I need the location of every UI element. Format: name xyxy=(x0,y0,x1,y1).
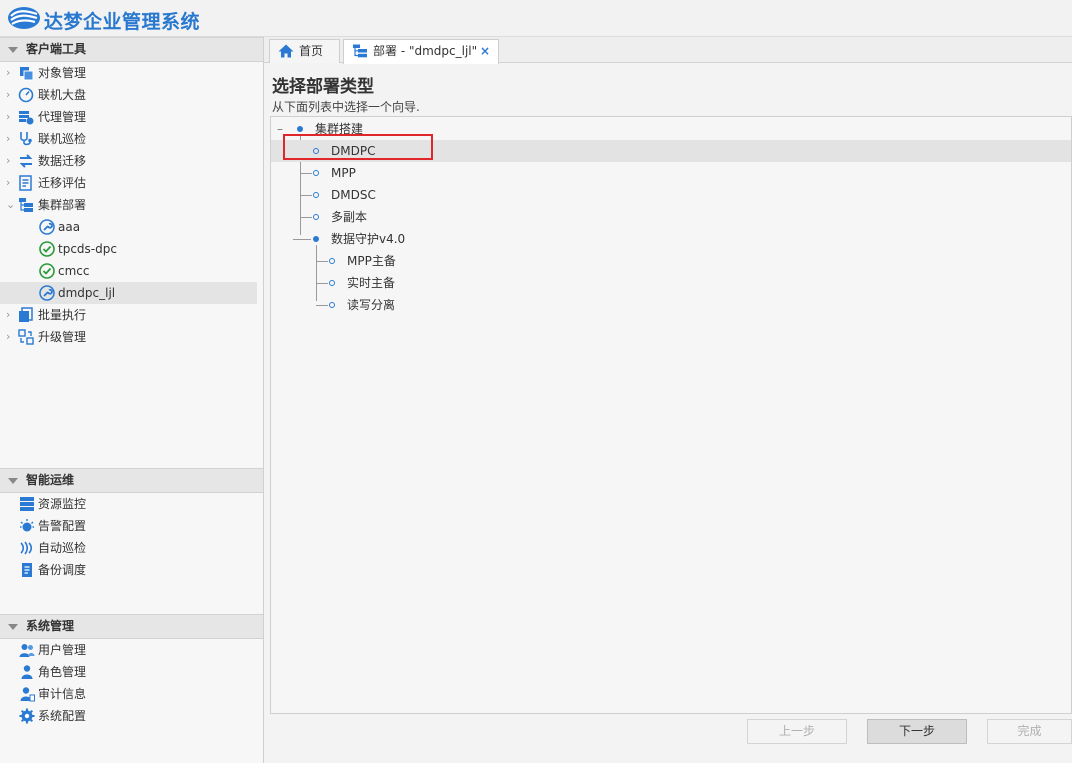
prev-button[interactable]: 上一步 xyxy=(747,719,847,744)
dashboard-icon xyxy=(18,87,34,103)
check-icon xyxy=(39,263,55,279)
sidebar-item-batch-execution[interactable]: › 批量执行 xyxy=(0,304,257,326)
app-header: 达梦企业管理系统 xyxy=(0,0,1072,37)
sidebar-item-migration-assessment[interactable]: › 迁移评估 xyxy=(0,172,257,194)
deployment-type-tree: – 集群搭建 DMDPC MPP DMDSC 多副本 数据守护v4.0 MPP主… xyxy=(270,116,1072,714)
tree-node-realtime-standby[interactable]: 实时主备 xyxy=(271,272,1071,294)
bullet-icon xyxy=(297,126,303,132)
chevron-right-icon: › xyxy=(6,154,11,167)
page-title: 选择部署类型 xyxy=(272,77,374,97)
sidebar-item-cluster-deployment[interactable]: ⌄ 集群部署 xyxy=(0,194,257,216)
sidebar-item-resource-monitor[interactable]: 资源监控 xyxy=(0,493,257,515)
backup-icon xyxy=(22,563,32,577)
chevron-right-icon: › xyxy=(6,132,11,145)
sidebar: 客户端工具 › 对象管理 › 联机大盘 › 代理管理 › 联机巡检 › 数据迁移… xyxy=(0,37,264,763)
collapse-triangle-icon xyxy=(8,47,18,53)
sidebar-child-cmcc[interactable]: cmcc xyxy=(0,260,257,282)
bullet-icon xyxy=(329,302,335,308)
section-header-client-tools[interactable]: 客户端工具 xyxy=(0,37,263,62)
agent-icon xyxy=(19,111,34,125)
sidebar-item-auto-inspection[interactable]: 自动巡检 xyxy=(0,537,257,559)
sidebar-item-backup-schedule[interactable]: 备份调度 xyxy=(0,559,257,581)
sidebar-item-data-migration[interactable]: › 数据迁移 xyxy=(0,150,257,172)
batch-icon xyxy=(19,307,33,322)
tab-deploy-dmdpc-ljl[interactable]: 部署 - "dmdpc_ljl" × xyxy=(343,39,499,64)
alarm-icon xyxy=(20,519,34,532)
bullet-icon xyxy=(313,214,319,220)
tree-node-mpp[interactable]: MPP xyxy=(271,162,1071,184)
bullet-icon xyxy=(313,192,319,198)
sidebar-child-tpcds-dpc[interactable]: tpcds-dpc xyxy=(0,238,257,260)
sidebar-item-alarm-config[interactable]: 告警配置 xyxy=(0,515,257,537)
check-icon xyxy=(39,241,55,257)
users-icon xyxy=(19,644,35,657)
tab-bar: 首页 部署 - "dmdpc_ljl" × xyxy=(264,37,1072,64)
dameng-logo-icon xyxy=(8,7,40,29)
chevron-right-icon: › xyxy=(6,176,11,189)
collapse-triangle-icon xyxy=(8,624,18,630)
bullet-icon xyxy=(313,170,319,176)
tree-node-dmdsc[interactable]: DMDSC xyxy=(271,184,1071,206)
role-icon xyxy=(21,665,33,679)
deploy-icon xyxy=(353,44,367,58)
cluster-icon xyxy=(19,198,33,212)
tree-node-multi-replica[interactable]: 多副本 xyxy=(271,206,1071,228)
chevron-down-icon: ⌄ xyxy=(6,198,16,211)
tree-node-mpp-primary-standby[interactable]: MPP主备 xyxy=(271,250,1071,272)
sidebar-child-aaa[interactable]: aaa xyxy=(0,216,257,238)
sidebar-child-dmdpc-ljl[interactable]: dmdpc_ljl xyxy=(0,282,257,304)
sidebar-item-role-management[interactable]: 角色管理 xyxy=(0,661,257,683)
close-icon[interactable]: × xyxy=(480,40,490,62)
object-icon xyxy=(20,67,34,81)
home-icon xyxy=(278,44,294,58)
chevron-right-icon: › xyxy=(6,88,11,101)
sidebar-item-upgrade-management[interactable]: › 升级管理 xyxy=(0,326,257,348)
next-button[interactable]: 下一步 xyxy=(867,719,967,744)
bullet-icon xyxy=(329,258,335,264)
chevron-right-icon: › xyxy=(6,330,11,343)
wrench-icon xyxy=(39,219,55,235)
section-header-smart-ops[interactable]: 智能运维 xyxy=(0,468,263,493)
sidebar-item-online-inspection[interactable]: › 联机巡检 xyxy=(0,128,257,150)
inspect-icon xyxy=(20,132,32,146)
page-subtitle: 从下面列表中选择一个向导. xyxy=(272,100,420,114)
tree-node-read-write-split[interactable]: 读写分离 xyxy=(271,294,1071,316)
sidebar-item-audit-info[interactable]: 审计信息 xyxy=(0,683,257,705)
sidebar-item-user-management[interactable]: 用户管理 xyxy=(0,639,257,661)
sidebar-item-online-dashboard[interactable]: › 联机大盘 xyxy=(0,84,257,106)
collapse-triangle-icon xyxy=(8,478,18,484)
chevron-right-icon: › xyxy=(6,110,11,123)
chevron-right-icon: › xyxy=(6,308,11,321)
monitor-icon xyxy=(20,497,34,511)
wrench-icon xyxy=(39,285,55,301)
bullet-icon xyxy=(313,236,319,242)
upgrade-icon xyxy=(18,329,34,345)
tree-node-data-guard[interactable]: 数据守护v4.0 xyxy=(271,228,1071,250)
bullet-icon xyxy=(329,280,335,286)
sidebar-item-agent-management[interactable]: › 代理管理 xyxy=(0,106,257,128)
highlight-annotation-box xyxy=(283,134,433,160)
sidebar-item-object-management[interactable]: › 对象管理 xyxy=(0,62,257,84)
audit-icon xyxy=(20,687,35,702)
sidebar-item-system-config[interactable]: 系统配置 xyxy=(0,705,257,727)
chevron-right-icon: › xyxy=(6,66,11,79)
finish-button[interactable]: 完成 xyxy=(987,719,1072,744)
assess-icon xyxy=(19,175,32,191)
auto-inspect-icon xyxy=(20,541,33,555)
section-header-system-management[interactable]: 系统管理 xyxy=(0,614,263,639)
main-content: 选择部署类型 从下面列表中选择一个向导. – 集群搭建 DMDPC MPP DM… xyxy=(265,64,1072,763)
app-title: 达梦企业管理系统 xyxy=(44,11,201,33)
migrate-icon xyxy=(19,154,33,168)
gear-icon xyxy=(19,708,35,724)
tab-home[interactable]: 首页 xyxy=(269,39,340,63)
